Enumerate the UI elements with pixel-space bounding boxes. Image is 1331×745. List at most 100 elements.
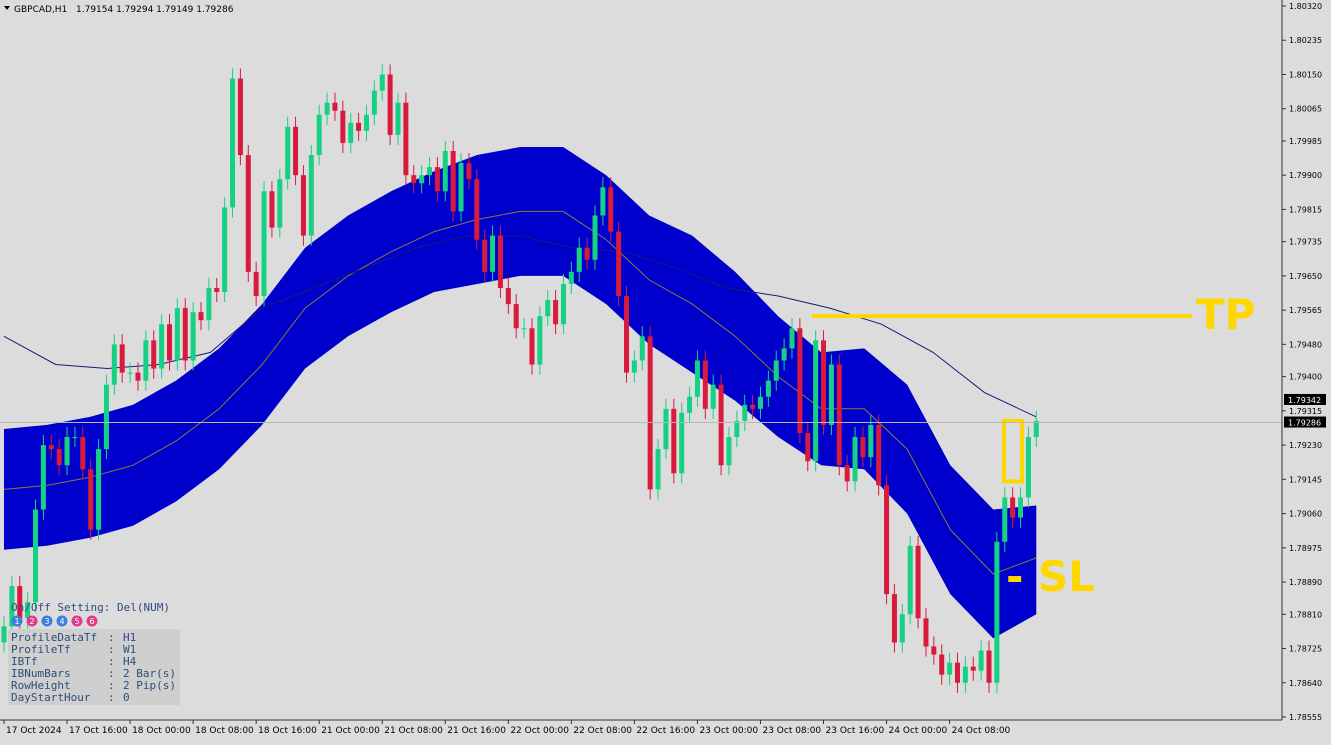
y-tick-label: 1.79315 (1289, 407, 1322, 416)
candle-body (631, 360, 637, 373)
tp-label: TP (1196, 290, 1255, 339)
x-tick-label: 18 Oct 08:00 (195, 726, 254, 736)
candle-body (608, 187, 614, 232)
candle-body (1, 626, 7, 643)
candle-body (1010, 497, 1016, 518)
candle-body (994, 541, 1000, 683)
x-tick-label: 21 Oct 16:00 (447, 726, 506, 736)
toggle-setting-text[interactable]: On/Off Setting: Del(NUM) (11, 601, 170, 614)
candle-body (159, 324, 165, 369)
candle-body (584, 247, 590, 260)
price-chart[interactable]: TP - SL 1.80320 1.80235 1.80150 1.80065 1.799… (0, 0, 1331, 745)
candle-body (576, 247, 582, 272)
candle-body (80, 437, 86, 470)
candle-body (300, 175, 306, 236)
candle-body (96, 449, 102, 530)
candle-body (702, 360, 708, 409)
candle-body (269, 191, 275, 228)
candle-body (639, 336, 645, 361)
y-tick-label: 1.79900 (1289, 171, 1322, 180)
candle-body (166, 324, 172, 361)
candle-body (805, 433, 811, 462)
profile-button-label: 6 (89, 617, 94, 626)
y-tick-label: 1.78810 (1289, 610, 1322, 619)
profile-button-label: 3 (44, 617, 49, 626)
x-tick-label: 18 Oct 00:00 (132, 726, 191, 736)
y-tick-label: 1.79400 (1289, 373, 1322, 382)
candle-body (127, 372, 133, 374)
symbol-label: GBPCAD,H1 (14, 5, 67, 15)
candle-body (568, 271, 574, 284)
candle-body (529, 328, 535, 365)
candle-body (663, 408, 669, 450)
candle-body (261, 191, 267, 297)
candle-body (592, 215, 598, 260)
candle-body (174, 308, 180, 361)
ohlc-values: 1.79154 1.79294 1.79149 1.79286 (76, 5, 234, 15)
candle-body (474, 179, 480, 240)
candle-body (371, 90, 377, 115)
candle-body (103, 384, 109, 450)
candle-body (553, 300, 559, 325)
setting-value: 0 (123, 691, 130, 704)
candle-body (505, 287, 511, 305)
candle-body (821, 340, 827, 425)
candle-body (458, 163, 464, 212)
candle-body (931, 646, 937, 655)
setting-colon: : (108, 691, 115, 704)
candle-body (876, 424, 882, 486)
y-tick-label: 1.80320 (1289, 2, 1322, 11)
y-tick-label: 1.78975 (1289, 544, 1322, 553)
candle-body (947, 662, 953, 675)
candle-body (277, 179, 283, 228)
candle-body (356, 122, 362, 131)
candle-body (230, 78, 236, 208)
candle-body (655, 449, 661, 490)
candle-body (237, 78, 243, 156)
candle-body (497, 235, 503, 288)
candle-body (245, 155, 251, 272)
candle-body (395, 102, 401, 135)
candle-body (860, 437, 866, 458)
candle-body (411, 175, 417, 184)
candle-body (182, 308, 188, 361)
candle-body (813, 340, 819, 462)
x-tick-label: 23 Oct 00:00 (699, 726, 758, 736)
candle-body (403, 102, 409, 176)
y-tick-label: 1.79815 (1289, 205, 1322, 214)
candle-body (1018, 497, 1024, 518)
x-tick-label: 22 Oct 00:00 (510, 726, 569, 736)
candle-body (671, 408, 677, 474)
candle-body (206, 287, 212, 321)
candle-body (907, 545, 913, 615)
candle-body (214, 287, 220, 293)
candle-body (387, 74, 393, 135)
candle-body (915, 545, 921, 619)
candle-body (450, 151, 456, 212)
y-tick-label: 1.78640 (1289, 679, 1322, 688)
candle-body (868, 424, 874, 458)
candle-body (560, 283, 566, 325)
setting-value: 2 Pip(s) (123, 679, 176, 692)
profile-button-label: 2 (29, 617, 34, 626)
candle-body (789, 328, 795, 349)
candle-body (884, 485, 890, 595)
y-tick-label: 1.79985 (1289, 137, 1322, 146)
candle-body (773, 360, 779, 381)
candle-body (332, 102, 338, 111)
candle-body (545, 300, 551, 317)
candle-body (490, 235, 496, 272)
candle-body (923, 618, 929, 647)
candle-body (348, 122, 354, 143)
candle-body (647, 336, 653, 490)
candle-body (363, 114, 369, 131)
candle-body (72, 437, 78, 439)
candle-body (1033, 420, 1039, 438)
y-tick-label: 1.79565 (1289, 306, 1322, 315)
setting-key: DayStartHour (11, 691, 91, 704)
candle-body (687, 396, 693, 413)
profile-button-label: 5 (74, 617, 79, 626)
candle-body (253, 271, 259, 297)
candle-body (222, 207, 228, 293)
candle-body (427, 167, 433, 176)
